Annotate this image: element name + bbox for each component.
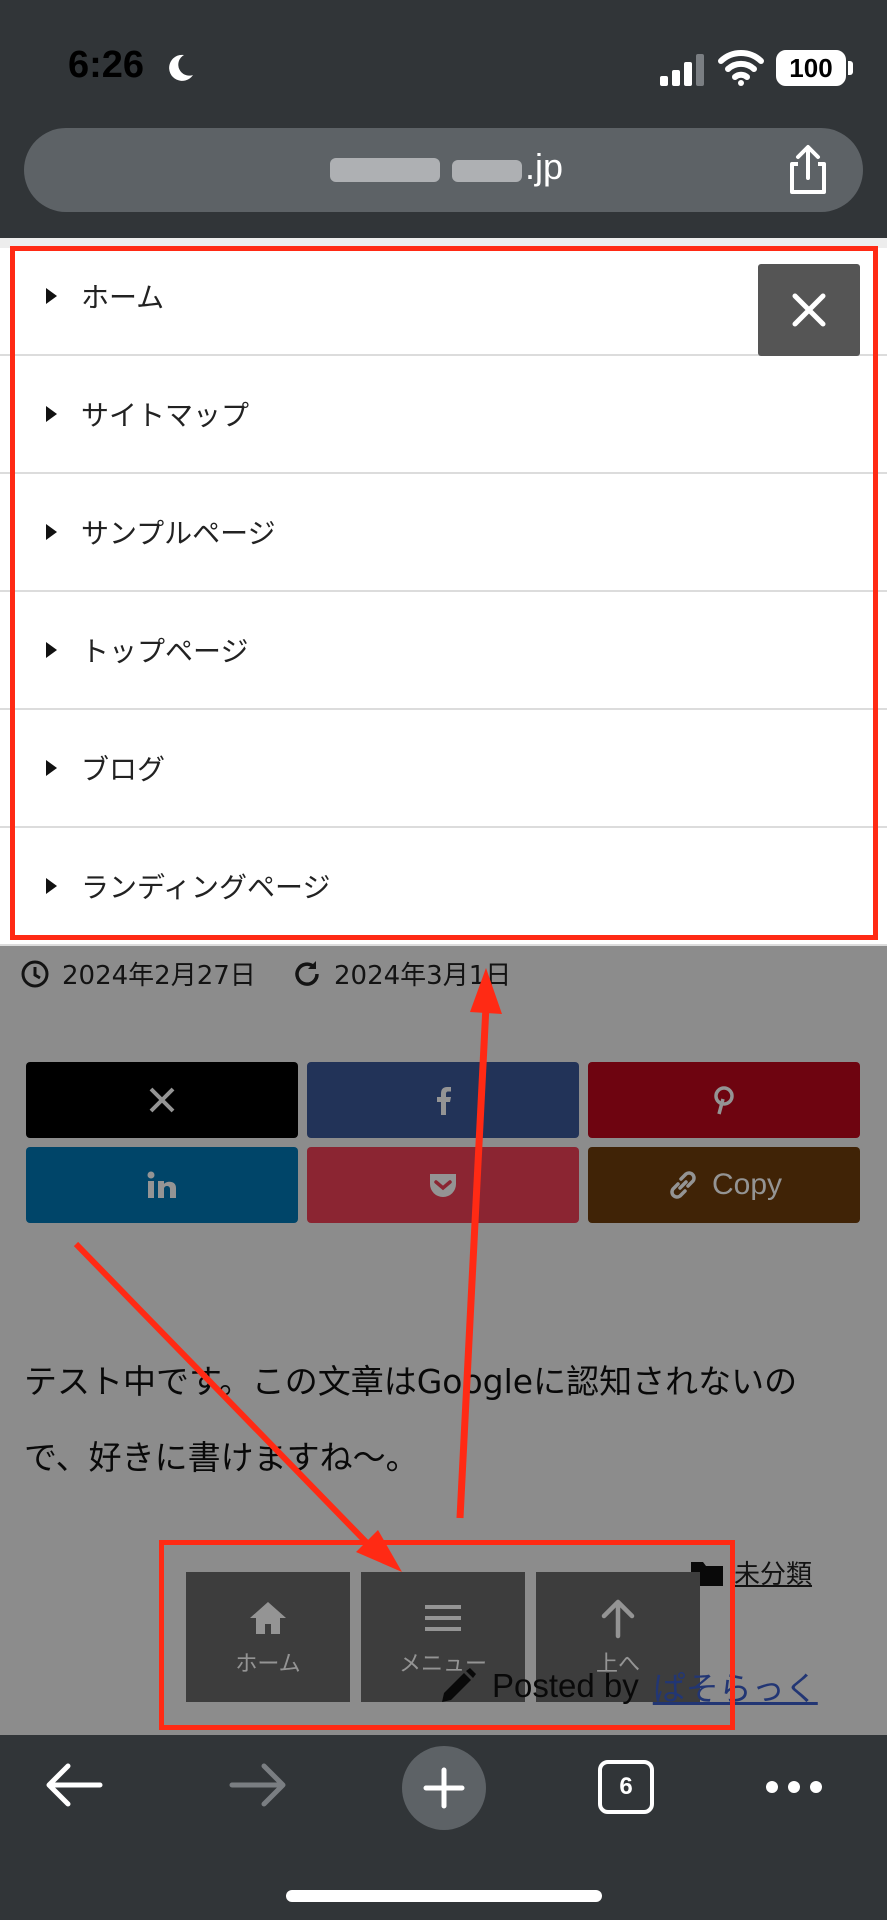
battery-indicator: 100 [776,50,846,86]
url-text: .jp [525,146,564,187]
home-indicator [286,1890,602,1902]
annotation-box-menu [10,246,878,940]
tab-switcher-button[interactable]: 6 [598,1760,654,1814]
wifi-icon [718,50,764,86]
blurred-domain [330,158,522,182]
new-tab-button[interactable] [402,1746,486,1830]
annotation-box-footer-buttons [159,1540,735,1730]
back-arrow-icon[interactable] [44,1760,104,1810]
plus-icon [423,1767,465,1809]
more-menu-icon[interactable] [764,1776,824,1798]
moon-icon [169,54,193,81]
battery-tip [848,61,853,75]
share-icon[interactable] [784,144,832,196]
forward-arrow-icon[interactable] [228,1760,288,1810]
cellular-signal-icon [660,54,704,86]
status-time: 6:26 [68,44,145,86]
